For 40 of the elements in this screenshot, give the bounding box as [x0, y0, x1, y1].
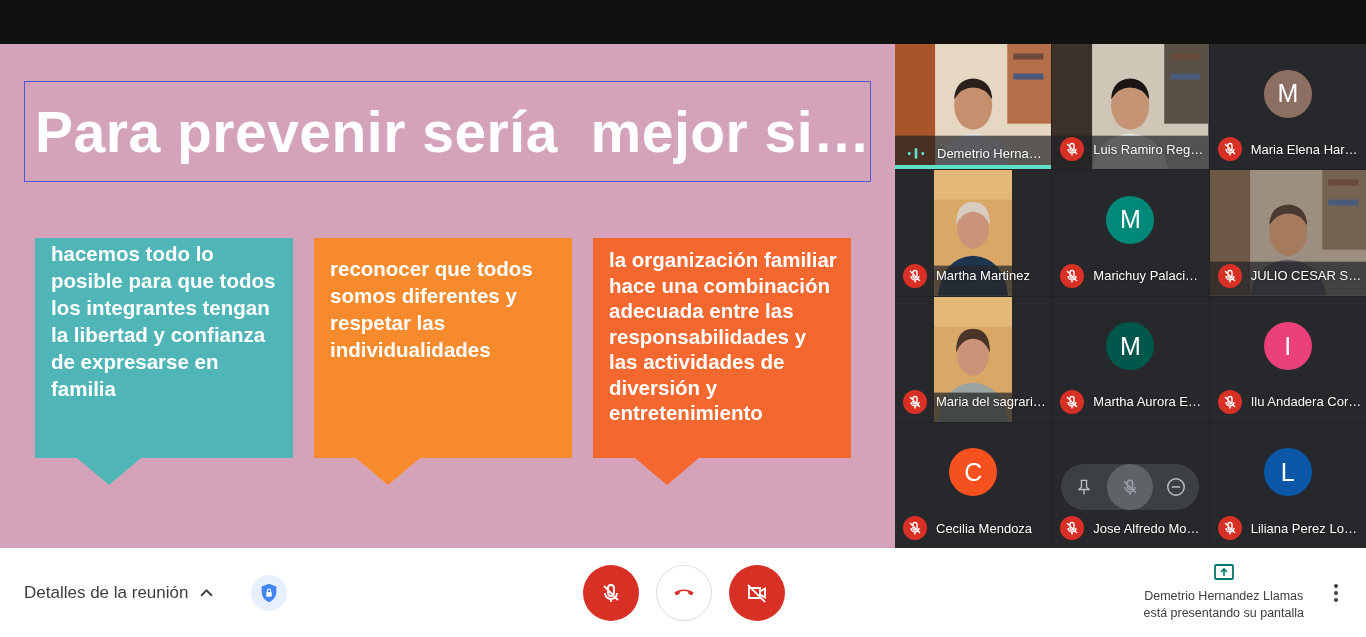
participant-name: Luis Ramiro Reg… — [1093, 141, 1204, 157]
participant-tile[interactable]: JULIO CESAR S… — [1209, 170, 1366, 296]
participant-name: JULIO CESAR S… — [1250, 268, 1362, 283]
meeting-details-button[interactable]: Detalles de la reunión — [24, 582, 189, 603]
caret-icon[interactable] — [200, 588, 214, 597]
participant-name: Liliana Perez Lo… — [1250, 520, 1357, 536]
phone-icon — [674, 589, 694, 596]
participant-name: Maria Elena Har… — [1250, 141, 1358, 157]
participant-tile[interactable]: M Martha Aurora E… — [1052, 296, 1209, 422]
callout-text: la organización familiar hace una combinación adecuada entre las responsabilidades y las actividades de diversión y entretenimiento — [609, 247, 838, 426]
participant-tile[interactable]: Jose Alfredo Mo… — [1052, 422, 1209, 548]
avatar-initial: C — [949, 448, 998, 497]
avatar-initial: L — [1263, 448, 1312, 497]
presenting-status: está presentando su pantalla — [1143, 604, 1304, 622]
screen-share-icon — [1213, 563, 1234, 582]
participant-name: Cecilia Mendoza — [936, 520, 1033, 536]
avatar-initial: M — [1106, 322, 1155, 371]
remove-icon — [1165, 475, 1188, 498]
mute-button[interactable] — [1107, 463, 1154, 510]
more-options-icon[interactable] — [1332, 581, 1340, 604]
participant-tile[interactable]: M Marichuy Palaci… — [1052, 170, 1209, 296]
participant-name: Martha Martinez — [936, 268, 1030, 283]
callout-text: reconocer que todos somos diferentes y respetar las individualidades — [330, 256, 534, 363]
presenter-name: Demetrio Hernandez Llamas — [1144, 587, 1304, 605]
callout-text: hacemos todo lo posible para que todos los integrantes tengan la libertad y confianza de expresarse en familia — [51, 241, 277, 402]
avatar-initial: M — [1263, 69, 1312, 118]
avatar-initial: M — [1106, 195, 1155, 244]
slide-title: Para prevenir sería mejor si… — [35, 98, 871, 165]
participant-name: Maria del sagrari… — [936, 394, 1046, 410]
participant-name: Marichuy Palaci… — [1093, 268, 1199, 283]
participant-tile[interactable]: Martha Martinez — [895, 170, 1052, 296]
avatar-initial: I — [1263, 322, 1312, 371]
participant-tile[interactable]: I Ilu Andadera Cor… — [1209, 296, 1366, 422]
participant-name: Martha Aurora E… — [1093, 394, 1201, 410]
security-shield-icon[interactable] — [251, 574, 288, 611]
participant-name: Ilu Andadera Cor… — [1250, 394, 1362, 410]
participant-tile[interactable]: L Liliana Perez Lo… — [1209, 422, 1366, 548]
participant-tile[interactable]: Luis Ramiro Reg… — [1052, 44, 1209, 170]
participant-tile[interactable]: M Maria Elena Har… — [1209, 44, 1366, 170]
participant-name: Jose Alfredo Mo… — [1093, 520, 1200, 536]
